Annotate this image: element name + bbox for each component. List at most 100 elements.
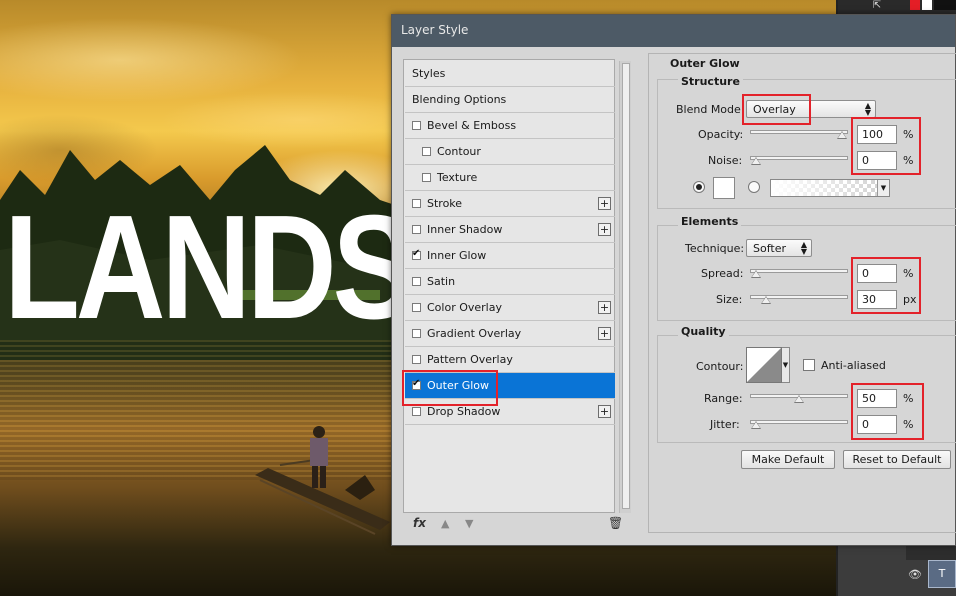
layer-row[interactable] <box>906 544 956 560</box>
style-checkbox[interactable] <box>412 407 421 416</box>
style-item-gradient-overlay[interactable]: Gradient Overlay + <box>405 321 615 347</box>
glow-gradient-picker[interactable]: ▼ <box>770 179 890 197</box>
style-item-label: Color Overlay <box>427 301 502 314</box>
anti-aliased-label: Anti-aliased <box>821 359 886 372</box>
noise-slider-knob[interactable] <box>751 157 761 165</box>
style-item-label: Blending Options <box>412 93 507 106</box>
style-checkbox[interactable] <box>412 303 421 312</box>
style-checkbox[interactable] <box>412 121 421 130</box>
styles-scrollbar[interactable] <box>619 61 631 513</box>
style-item-label: Texture <box>437 171 478 184</box>
add-instance-icon[interactable]: + <box>598 197 611 210</box>
style-checkbox[interactable] <box>412 199 421 208</box>
size-slider[interactable] <box>750 295 848 304</box>
style-item-label: Gradient Overlay <box>427 327 522 340</box>
style-checkbox[interactable] <box>412 277 421 286</box>
contour-label: Contour: <box>696 360 744 373</box>
size-input[interactable]: 30 <box>857 290 897 309</box>
chevron-down-icon[interactable]: ▼ <box>877 180 889 196</box>
text-layer-thumbnail[interactable]: T <box>928 560 956 588</box>
gradient-radio[interactable] <box>748 181 760 193</box>
opacity-label: Opacity: <box>698 128 744 141</box>
scrollbar-thumb[interactable] <box>622 63 630 509</box>
style-checkbox[interactable] <box>422 147 431 156</box>
style-checkbox[interactable] <box>412 355 421 364</box>
style-item-label: Pattern Overlay <box>427 353 513 366</box>
style-item-blending-options[interactable]: Blending Options <box>405 87 615 113</box>
style-checkbox[interactable] <box>412 329 421 338</box>
opacity-input[interactable]: 100 <box>857 125 897 144</box>
make-default-button[interactable]: Make Default <box>741 450 835 469</box>
noise-unit: % <box>903 154 914 167</box>
jitter-label: Jitter: <box>710 418 740 431</box>
color-swatch-dark[interactable] <box>934 0 956 10</box>
opacity-slider-knob[interactable] <box>837 131 847 139</box>
size-label: Size: <box>716 293 743 306</box>
range-label: Range: <box>704 392 743 405</box>
technique-label: Technique: <box>685 242 745 255</box>
style-item-texture[interactable]: Texture <box>405 165 615 191</box>
blend-mode-select[interactable]: Overlay ▲ ▼ <box>746 100 876 118</box>
anti-aliased-checkbox[interactable] <box>803 359 815 371</box>
move-down-icon[interactable]: ▼ <box>465 517 473 530</box>
technique-select[interactable]: Softer ▲ ▼ <box>746 239 812 257</box>
add-instance-icon[interactable]: + <box>598 405 611 418</box>
style-checkbox[interactable] <box>412 225 421 234</box>
size-slider-knob[interactable] <box>761 296 772 304</box>
range-input[interactable]: 50 <box>857 389 897 408</box>
style-item-outer-glow[interactable]: Outer Glow <box>405 373 615 399</box>
jitter-slider[interactable] <box>750 420 848 429</box>
dialog-title[interactable]: Layer Style <box>392 15 955 47</box>
noise-slider[interactable] <box>750 156 848 165</box>
glow-color-swatch[interactable] <box>713 177 735 199</box>
style-item-label: Bevel & Emboss <box>427 119 517 132</box>
jitter-slider-knob[interactable] <box>751 421 761 429</box>
blend-mode-value: Overlay <box>753 103 796 116</box>
fx-icon[interactable]: fx <box>413 516 426 530</box>
style-checkbox[interactable] <box>412 248 421 260</box>
select-arrows-icon: ▲ ▼ <box>800 240 807 256</box>
add-instance-icon[interactable]: + <box>598 327 611 340</box>
raft-and-fisherman <box>255 426 390 535</box>
style-item-inner-shadow[interactable]: Inner Shadow + <box>405 217 615 243</box>
style-item-contour[interactable]: Contour <box>405 139 615 165</box>
style-checkbox[interactable] <box>412 378 421 390</box>
style-item-satin[interactable]: Satin <box>405 269 615 295</box>
style-checkbox[interactable] <box>422 173 431 182</box>
spread-slider[interactable] <box>750 269 848 278</box>
style-item-label: Outer Glow <box>427 379 490 392</box>
style-item-label: Satin <box>427 275 456 288</box>
style-item-stroke[interactable]: Stroke + <box>405 191 615 217</box>
opacity-slider[interactable] <box>750 130 848 139</box>
contour-linear-icon <box>747 348 781 382</box>
style-item-pattern-overlay[interactable]: Pattern Overlay <box>405 347 615 373</box>
reset-to-default-button[interactable]: Reset to Default <box>843 450 951 469</box>
style-item-bevel-emboss[interactable]: Bevel & Emboss <box>405 113 615 139</box>
elements-title: Elements <box>678 215 742 228</box>
background-color-swatch[interactable] <box>922 0 932 10</box>
move-up-icon[interactable]: ▲ <box>441 517 449 530</box>
contour-dropdown-icon[interactable]: ▼ <box>782 347 790 383</box>
tool-icon[interactable]: ⇱ <box>866 0 888 12</box>
style-item-color-overlay[interactable]: Color Overlay + <box>405 295 615 321</box>
jitter-input[interactable]: 0 <box>857 415 897 434</box>
range-slider[interactable] <box>750 394 848 403</box>
blend-mode-label: Blend Mode: <box>676 103 745 116</box>
jitter-unit: % <box>903 418 914 431</box>
contour-preview[interactable] <box>746 347 782 383</box>
solid-color-radio[interactable] <box>693 181 705 193</box>
spread-label: Spread: <box>701 267 744 280</box>
noise-input[interactable]: 0 <box>857 151 897 170</box>
spread-input[interactable]: 0 <box>857 264 897 283</box>
add-instance-icon[interactable]: + <box>598 301 611 314</box>
style-item-label: Styles <box>412 67 446 80</box>
foreground-color-swatch[interactable] <box>910 0 920 10</box>
trash-icon[interactable]: 🗑 <box>608 516 623 530</box>
style-item-inner-glow[interactable]: Inner Glow <box>405 243 615 269</box>
style-item-styles[interactable]: Styles <box>405 61 615 87</box>
spread-slider-knob[interactable] <box>751 270 761 278</box>
style-item-drop-shadow[interactable]: Drop Shadow + <box>405 399 615 425</box>
eye-icon[interactable]: 👁 <box>908 568 922 582</box>
range-slider-knob[interactable] <box>794 395 804 403</box>
add-instance-icon[interactable]: + <box>598 223 611 236</box>
